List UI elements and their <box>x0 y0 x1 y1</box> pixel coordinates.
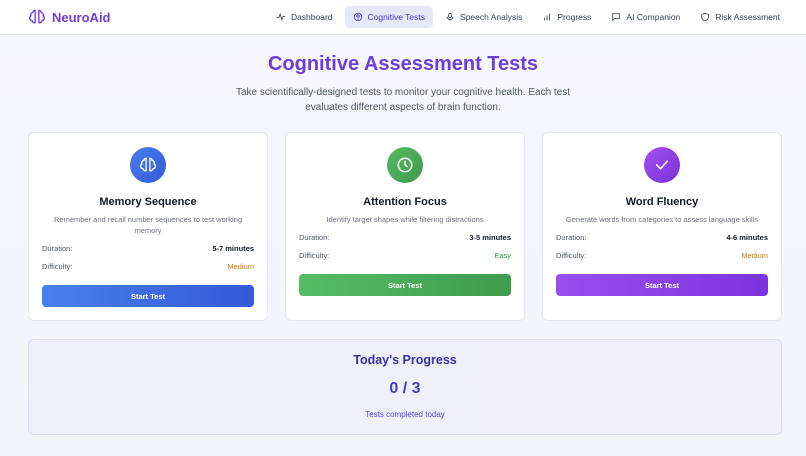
duration-row: Duration: 4-6 minutes <box>556 233 768 242</box>
start-test-button-word-fluency[interactable]: Start Test <box>556 274 768 296</box>
duration-row: Duration: 3-5 minutes <box>299 233 511 242</box>
activity-icon <box>276 12 286 22</box>
duration-row: Duration: 5-7 minutes <box>42 244 254 253</box>
difficulty-value: Easy <box>494 251 511 260</box>
start-test-button-memory[interactable]: Start Test <box>42 285 254 307</box>
microphone-icon <box>446 12 454 21</box>
difficulty-label: Difficulty: <box>299 251 330 260</box>
difficulty-label: Difficulty: <box>556 251 587 260</box>
nav-item-risk-assessment[interactable]: Risk Assessment <box>692 6 788 28</box>
brand-name: NeuroAid <box>52 9 111 25</box>
brand-logo[interactable]: NeuroAid <box>28 8 111 26</box>
brain-icon <box>353 12 362 22</box>
card-icon-circle <box>130 147 166 183</box>
progress-title: Today's Progress <box>353 353 457 367</box>
page-subtitle: Take scientifically-designed tests to mo… <box>235 87 571 113</box>
chat-bubble-icon <box>612 13 621 22</box>
nav-item-label: AI Companion <box>626 12 681 22</box>
card-description: Remember and recall number sequences to … <box>53 215 242 235</box>
duration-value: 5-7 minutes <box>212 244 254 253</box>
shield-icon <box>701 12 710 22</box>
card-icon-circle <box>644 147 680 183</box>
test-card-memory-sequence: Memory Sequence Remember and recall numb… <box>28 132 268 321</box>
brain-icon <box>29 9 45 24</box>
nav-item-cognitive-tests[interactable]: Cognitive Tests <box>344 6 434 28</box>
card-description: Identify target shapes while filtering d… <box>326 215 484 224</box>
card-title: Word Fluency <box>625 196 699 208</box>
difficulty-row: Difficulty: Medium <box>556 251 768 260</box>
top-nav: NeuroAid Dashboard Cognitive Tests Speec… <box>0 0 806 35</box>
nav-item-speech-analysis[interactable]: Speech Analysis <box>437 6 530 28</box>
difficulty-value: Medium <box>227 262 254 271</box>
start-test-button-attention[interactable]: Start Test <box>299 274 511 296</box>
duration-value: 3-5 minutes <box>469 233 511 242</box>
todays-progress-panel: Today's Progress 0 / 3 Tests completed t… <box>28 339 782 435</box>
card-title: Memory Sequence <box>99 196 197 208</box>
duration-value: 4-6 minutes <box>726 233 768 242</box>
nav-item-label: Progress <box>557 12 592 22</box>
card-description: Generate words from categories to assess… <box>565 215 759 224</box>
page-title: Cognitive Assessment Tests <box>267 53 539 75</box>
difficulty-value: Medium <box>741 251 768 260</box>
nav-item-label: Speech Analysis <box>460 12 523 22</box>
duration-label: Duration: <box>42 244 73 253</box>
card-icon-circle <box>387 147 423 183</box>
test-card-attention-focus: Attention Focus Identify target shapes w… <box>285 132 525 321</box>
test-card-word-fluency: Word Fluency Generate words from categor… <box>542 132 782 321</box>
card-title: Attention Focus <box>363 196 447 208</box>
nav-item-label: Dashboard <box>290 12 333 22</box>
difficulty-row: Difficulty: Easy <box>299 251 511 260</box>
duration-label: Duration: <box>299 233 330 242</box>
duration-label: Duration: <box>556 233 587 242</box>
brain-icon <box>140 157 156 172</box>
progress-label: Tests completed today <box>365 410 445 419</box>
difficulty-row: Difficulty: Medium <box>42 262 254 271</box>
nav-item-ai-companion[interactable]: AI Companion <box>603 6 688 28</box>
clock-icon <box>397 157 413 173</box>
nav-menu: Dashboard Cognitive Tests Speech Analysi… <box>268 6 788 28</box>
nav-item-dashboard[interactable]: Dashboard <box>268 6 341 28</box>
check-icon <box>655 160 669 170</box>
nav-item-progress[interactable]: Progress <box>534 6 599 28</box>
nav-item-label: Cognitive Tests <box>367 12 426 22</box>
difficulty-label: Difficulty: <box>42 262 73 271</box>
progress-count: 0 / 3 <box>389 380 421 397</box>
nav-item-label: Risk Assessment <box>715 12 780 22</box>
bar-chart-icon <box>544 13 551 21</box>
